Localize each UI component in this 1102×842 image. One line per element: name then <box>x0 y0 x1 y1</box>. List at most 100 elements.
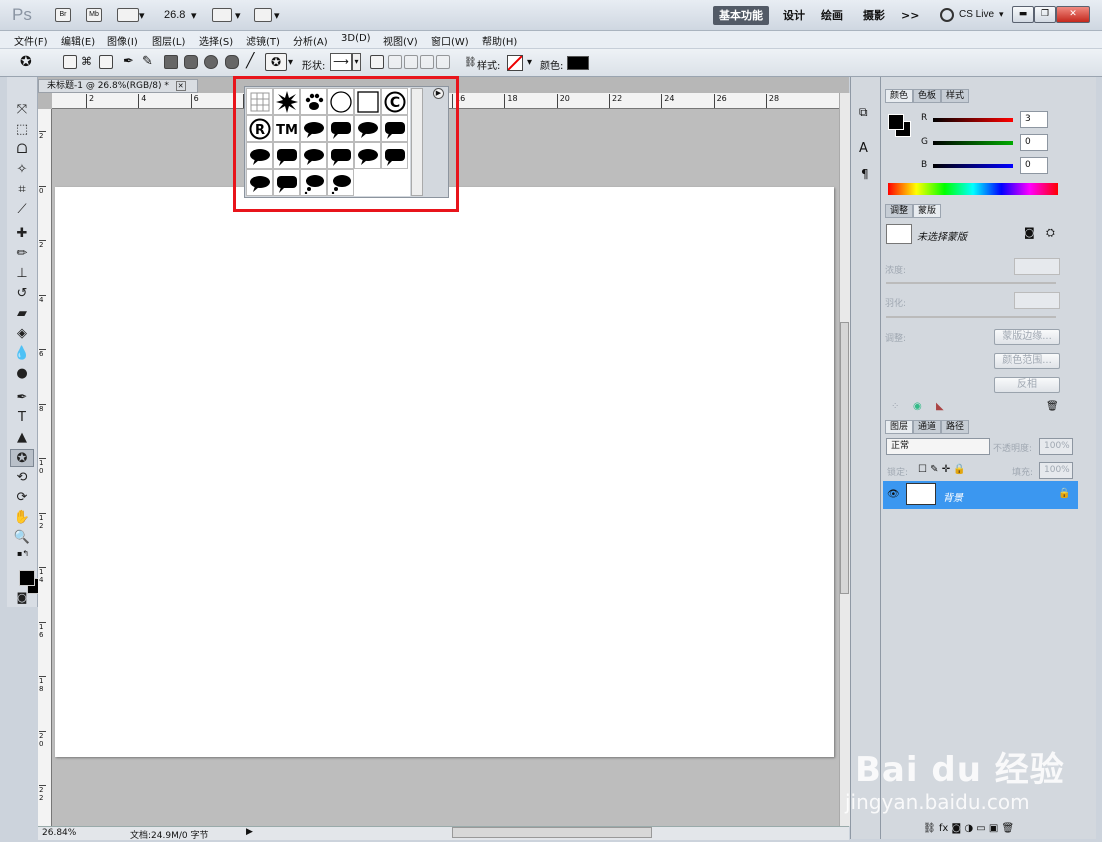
tab-channels[interactable]: 通道 <box>913 420 942 434</box>
path-select-icon[interactable]: ▲ <box>10 429 34 447</box>
style-swatch[interactable] <box>507 55 523 71</box>
view-extras-icon[interactable] <box>117 8 139 22</box>
polygon-button[interactable] <box>225 55 239 69</box>
tab-swatches[interactable]: 色板 <box>913 89 942 103</box>
history-brush-icon[interactable]: ↺ <box>10 285 34 303</box>
lock-icons[interactable]: ☐ ✎ ✛ 🔒 <box>918 464 966 475</box>
line-tool-icon[interactable]: ╱ <box>246 53 254 69</box>
eyedropper-tool-icon[interactable]: ⟋ <box>10 201 34 219</box>
workspace-essentials[interactable]: 基本功能 <box>713 6 769 25</box>
menu-layer[interactable]: 图层(L) <box>152 33 185 48</box>
tab-styles[interactable]: 样式 <box>941 89 970 103</box>
paragraph-panel-icon[interactable]: ¶ <box>861 167 869 181</box>
green-slider[interactable] <box>933 141 1013 145</box>
disable-mask-icon[interactable]: ◣ <box>936 401 944 412</box>
tab-layers[interactable]: 图层 <box>885 420 914 434</box>
arrange-documents-icon[interactable] <box>212 8 232 22</box>
bridge-button[interactable]: Br <box>55 8 71 22</box>
chevron-down-icon[interactable]: ▾ <box>235 9 241 22</box>
delete-mask-icon[interactable]: 🗑 <box>1046 401 1059 412</box>
fill-field[interactable]: 100% <box>1039 462 1073 479</box>
menu-image[interactable]: 图像(I) <box>107 33 138 48</box>
visibility-eye-icon[interactable]: 👁 <box>887 489 900 500</box>
menu-filter[interactable]: 滤镜(T) <box>246 33 280 48</box>
healing-brush-icon[interactable]: ✚ <box>10 225 34 243</box>
brush-tool-icon[interactable]: ✏ <box>10 245 34 263</box>
ellipse-button[interactable] <box>204 55 218 69</box>
close-tab-icon[interactable]: ✕ <box>175 81 186 91</box>
shape-layers-button[interactable] <box>63 55 77 69</box>
exclude-shape-button[interactable] <box>436 55 450 69</box>
horizontal-scroll-thumb[interactable] <box>452 827 652 838</box>
lasso-tool-icon[interactable]: ᗝ <box>10 141 34 159</box>
chevron-down-icon[interactable]: ▾ <box>288 57 293 68</box>
vertical-scroll-thumb[interactable] <box>840 322 849 594</box>
mini-bridge-button[interactable]: Mb <box>86 8 102 22</box>
rectangle-shape-button[interactable] <box>164 55 178 69</box>
menu-analysis[interactable]: 分析(A) <box>293 33 328 48</box>
blend-mode-select[interactable]: 正常 <box>886 438 990 455</box>
layer-row[interactable]: 👁 背景 🔒 <box>883 481 1078 509</box>
custom-shape-button[interactable]: ✪ <box>265 53 287 71</box>
stamp-tool-icon[interactable]: ⊥ <box>10 265 34 283</box>
opacity-field[interactable]: 100% <box>1039 438 1073 455</box>
character-panel-icon[interactable]: A <box>859 141 868 156</box>
layer-bottom-icons[interactable]: ⛓ fx ◙ ◑ ▭ ▣ 🗑 <box>923 823 1014 834</box>
chevron-down-icon[interactable]: ▾ <box>139 9 145 22</box>
3d-rotate-icon[interactable]: ⟲ <box>10 469 34 487</box>
workspace-painting[interactable]: 绘画 <box>815 6 849 25</box>
document-tab[interactable]: 未标题-1 @ 26.8%(RGB/8) * ✕ <box>38 79 198 93</box>
menu-view[interactable]: 视图(V) <box>383 33 418 48</box>
zoom-level[interactable]: 26.8 <box>164 9 185 21</box>
custom-shape-tool-icon[interactable]: ✪ <box>20 54 32 70</box>
close-icon[interactable]: ✕ <box>1056 6 1090 23</box>
color-swatch[interactable] <box>567 56 589 70</box>
fg-color-swatch[interactable] <box>888 114 904 130</box>
zoom-status[interactable]: 26.84% <box>42 828 76 838</box>
3d-orbit-icon[interactable]: ⟳ <box>10 489 34 507</box>
more-workspaces-button[interactable]: >> <box>895 6 925 25</box>
blur-tool-icon[interactable]: 💧 <box>10 345 34 363</box>
status-menu-arrow-icon[interactable]: ▶ <box>246 827 253 837</box>
add-to-shape-button[interactable] <box>388 55 402 69</box>
shape-picker-toggle[interactable]: ▾ <box>352 53 361 71</box>
canvas[interactable] <box>55 187 834 757</box>
red-slider[interactable] <box>933 118 1013 122</box>
intersect-shape-button[interactable] <box>420 55 434 69</box>
vector-mask-icon[interactable]: ⛭ <box>1046 226 1055 240</box>
new-shape-layer-button[interactable] <box>370 55 384 69</box>
hand-tool-icon[interactable]: ✋ <box>10 509 34 527</box>
invert-button[interactable]: 反相 <box>994 377 1060 393</box>
tab-masks[interactable]: 蒙版 <box>913 204 942 218</box>
marquee-tool-icon[interactable]: ⬚ <box>10 121 34 139</box>
foreground-color[interactable] <box>19 570 35 586</box>
swap-colors-icon[interactable]: ▪↰ <box>17 549 31 558</box>
menu-edit[interactable]: 编辑(E) <box>61 33 95 48</box>
minimize-icon[interactable]: ▬ <box>1012 6 1034 23</box>
zoom-tool-icon[interactable]: 🔍 <box>10 529 34 547</box>
custom-shape-tool-icon[interactable]: ✪ <box>10 449 34 467</box>
green-value-field[interactable]: 0 <box>1020 134 1048 151</box>
paths-button[interactable]: ⌘ <box>81 55 95 69</box>
quick-select-tool-icon[interactable]: ✧ <box>10 161 34 179</box>
blue-value-field[interactable]: 0 <box>1020 157 1048 174</box>
mask-edge-button[interactable]: 蒙版边缘... <box>994 329 1060 345</box>
rounded-rectangle-button[interactable] <box>184 55 198 69</box>
chevron-down-icon[interactable]: ▾ <box>999 9 1004 20</box>
workspace-design[interactable]: 设计 <box>777 6 811 25</box>
chevron-down-icon[interactable]: ▾ <box>191 9 197 22</box>
link-icon[interactable]: ⛓ <box>464 57 477 68</box>
workspace-photography[interactable]: 摄影 <box>857 6 891 25</box>
blue-slider[interactable] <box>933 164 1013 168</box>
eraser-tool-icon[interactable]: ▰ <box>10 305 34 323</box>
pixel-mask-icon[interactable]: ◙ <box>1024 226 1035 239</box>
apply-mask-icon[interactable]: ◉ <box>913 401 922 412</box>
menu-file[interactable]: 文件(F) <box>14 33 48 48</box>
history-panel-icon[interactable]: ⧉ <box>859 105 868 120</box>
tab-paths[interactable]: 路径 <box>941 420 970 434</box>
screen-mode-icon[interactable] <box>254 8 272 22</box>
pen-tool-icon[interactable]: ✒ <box>123 54 134 69</box>
restore-icon[interactable]: ❐ <box>1034 6 1056 23</box>
cslive-button[interactable]: CS Live <box>959 9 994 20</box>
load-selection-icon[interactable]: ⁘ <box>891 401 899 412</box>
